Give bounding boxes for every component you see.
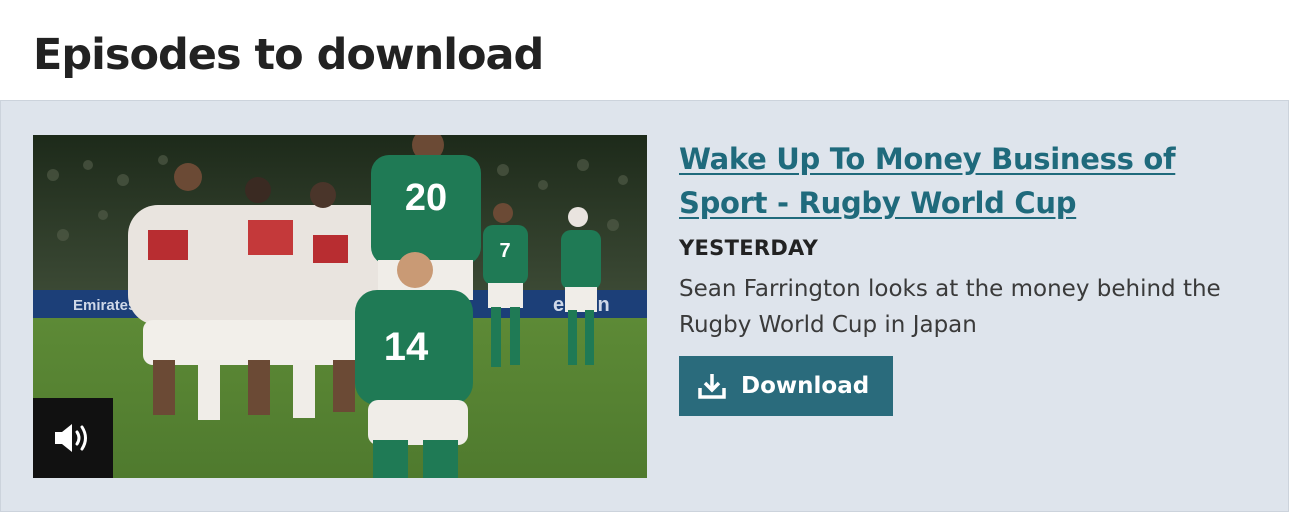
speaker-icon bbox=[55, 424, 87, 452]
svg-text:7: 7 bbox=[499, 240, 510, 262]
download-label: Download bbox=[741, 373, 870, 399]
episode-card: Emirates ekeen bbox=[0, 100, 1289, 512]
episode-title-link[interactable]: Wake Up To Money Business of Sport - Rug… bbox=[679, 137, 1269, 225]
section-heading: Episodes to download bbox=[33, 30, 544, 80]
episode-thumbnail[interactable]: Emirates ekeen bbox=[33, 135, 647, 478]
audio-badge bbox=[33, 398, 113, 478]
episode-date: YESTERDAY bbox=[679, 236, 819, 260]
svg-text:14: 14 bbox=[384, 325, 429, 369]
svg-text:20: 20 bbox=[405, 177, 447, 219]
download-button[interactable]: Download bbox=[679, 356, 893, 416]
advertising-board-text: Emirates bbox=[73, 297, 136, 314]
rugby-photo: Emirates ekeen bbox=[33, 135, 647, 478]
download-icon bbox=[697, 372, 727, 400]
episode-description: Sean Farrington looks at the money behin… bbox=[679, 276, 1221, 338]
